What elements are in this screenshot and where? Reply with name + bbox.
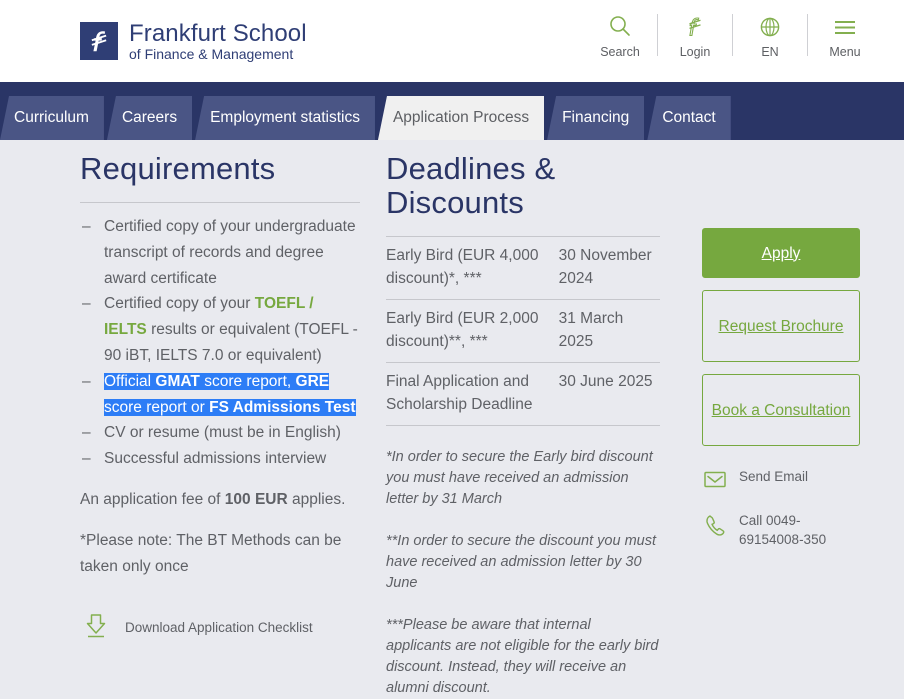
deadline-footnote-3: ***Please be aware that internal applica… [386, 617, 659, 697]
requirement-item-interview: Successful admissions interview [80, 446, 360, 472]
contact-email-label: Send Email [739, 469, 809, 484]
logo-title: Frankfurt School [129, 19, 307, 47]
deadlines-notes: *In order to secure the Early bird disco… [386, 447, 660, 699]
deadline-footnote-1: *In order to secure the Early bird disco… [386, 449, 653, 508]
nav-tab-application-process[interactable]: Application Process [377, 96, 545, 140]
requirement-item-test-score: Official GMAT score report, GRE score re… [80, 369, 360, 421]
search-label: Search [600, 45, 640, 59]
requirement-item-transcript: Certified copy of your undergraduate tra… [80, 214, 360, 291]
deadline-label: Early Bird (EUR 4,000 discount)*, *** [386, 236, 559, 300]
envelope-icon [702, 468, 728, 490]
nav-tab-contact[interactable]: Contact [647, 96, 731, 140]
nav-tab-careers[interactable]: Careers [106, 96, 193, 140]
login-button[interactable]: Login [658, 12, 732, 59]
requirement-item-language: Certified copy of your TOEFL / IELTS res… [80, 291, 360, 368]
contact-phone[interactable]: Call 0049-69154008-350 [702, 512, 860, 549]
contact-email[interactable]: Send Email [702, 468, 860, 490]
menu-button[interactable]: Menu [808, 12, 882, 59]
application-fee-text: An application fee of 100 EUR applies. [80, 491, 346, 509]
section-divider [80, 202, 360, 204]
search-icon [607, 12, 633, 42]
action-sidebar: Apply Request Brochure Book a Consultation… [702, 228, 860, 549]
table-row: Early Bird (EUR 4,000 discount)*, *** 30 … [386, 236, 660, 300]
deadline-date: 31 March 2025 [558, 299, 660, 363]
site-header: Frankfurt School of Finance & Management… [0, 0, 904, 82]
requirements-list: Certified copy of your undergraduate tra… [80, 214, 360, 472]
frankfurt-school-f-logo-icon [80, 22, 118, 60]
site-logo[interactable]: Frankfurt School of Finance & Management [80, 19, 307, 62]
deadline-date: 30 November 2024 [558, 236, 660, 300]
request-brochure-button[interactable]: Request Brochure [702, 290, 860, 362]
nav-tab-employment-statistics[interactable]: Employment statistics [195, 96, 375, 140]
download-application-checklist-link[interactable]: Download Application Checklist [80, 609, 360, 646]
sidebar-buttons: Apply Request Brochure Book a Consultation [702, 228, 860, 446]
logo-wordmark: Frankfurt School of Finance & Management [129, 19, 307, 62]
primary-navigation: Curriculum Careers Employment statistics Ap… [0, 82, 904, 140]
menu-label: Menu [829, 45, 861, 59]
search-button[interactable]: Search [583, 12, 657, 59]
language-switcher-button[interactable]: EN [733, 12, 807, 59]
deadline-label: Early Bird (EUR 2,000 discount)**, *** [386, 299, 559, 363]
login-icon [682, 12, 708, 42]
login-label: Login [679, 45, 711, 59]
phone-icon [702, 512, 728, 538]
bt-methods-note: *Please note: The BT Methods can be take… [80, 531, 342, 575]
nav-tab-list: Curriculum Careers Employment statistics Ap… [0, 96, 734, 140]
table-row: Final Application and Scholarship Deadli… [386, 362, 660, 427]
deadlines-title: Deadlines & Discounts [386, 151, 556, 221]
book-consultation-button[interactable]: Book a Consultation [702, 374, 860, 446]
requirements-title: Requirements [80, 151, 276, 186]
download-arrow-icon [80, 609, 112, 646]
contact-phone-label: Call 0049-69154008-350 [739, 513, 827, 547]
download-link-label: Download Application Checklist [125, 620, 313, 636]
language-label: EN [761, 45, 779, 59]
sidebar-contacts: Send Email Call 0049-69154008-350 [702, 468, 860, 549]
toefl-ielts-emphasis: TOEFL / IELTS [104, 295, 314, 339]
deadlines-table: Early Bird (EUR 4,000 discount)*, *** 30 … [386, 236, 660, 427]
nav-tab-curriculum[interactable]: Curriculum [0, 96, 104, 140]
deadline-label: Final Application and Scholarship Deadli… [386, 362, 559, 427]
nav-tab-financing[interactable]: Financing [547, 96, 645, 140]
hamburger-menu-icon [831, 12, 859, 42]
selected-text-highlight: Official GMAT score report, GRE score re… [104, 372, 356, 416]
table-row: Early Bird (EUR 2,000 discount)**, *** 31… [386, 299, 660, 363]
deadline-footnote-2: **In order to secure the discount you mu… [386, 533, 657, 592]
header-tools: Search Login EN Menu [583, 12, 882, 70]
globe-icon [757, 12, 783, 42]
apply-button[interactable]: Apply [702, 228, 860, 278]
requirement-item-cv: CV or resume (must be in English) [80, 420, 360, 446]
logo-subtitle: of Finance & Management [129, 45, 294, 62]
requirements-column: Requirements Certified copy of your unde… [80, 151, 360, 646]
deadlines-table-body: Early Bird (EUR 4,000 discount)*, *** 30 … [386, 236, 660, 427]
page-content: Requirements Certified copy of your unde… [0, 140, 904, 696]
deadlines-column: Deadlines & Discounts Early Bird (EUR 4,… [386, 151, 660, 699]
deadline-date: 30 June 2025 [558, 362, 660, 427]
